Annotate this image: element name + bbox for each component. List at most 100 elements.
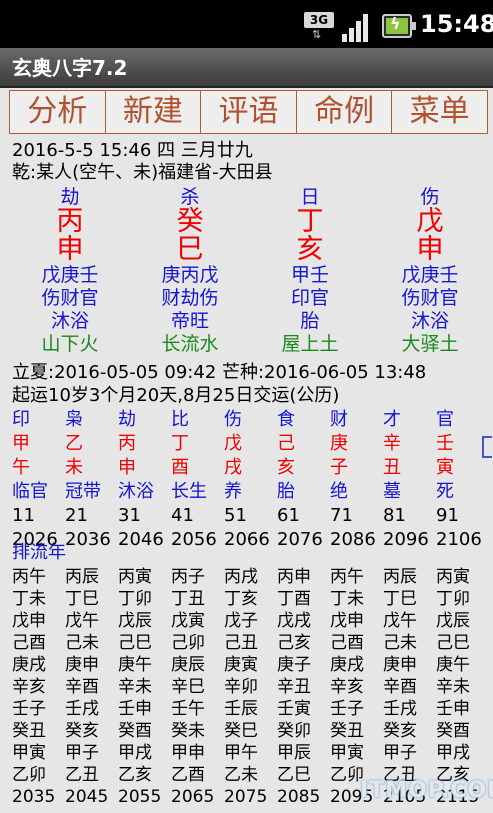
pillar-god: 杀 — [180, 186, 200, 208]
dayun-column[interactable]: 才 辛 丑 墓 81 2096 — [383, 408, 435, 552]
dayun-column[interactable]: 财 庚 子 绝 71 2086 — [330, 408, 382, 552]
liu-nian-cell: 己未 — [65, 633, 99, 653]
dayun-stem: 丁 — [171, 433, 189, 454]
menu-examples-button[interactable]: 命例 — [297, 91, 393, 133]
pillar-hidden-gods: 伤财官 — [41, 287, 99, 309]
liu-nian-cell: 甲辰 — [277, 743, 311, 763]
liu-nian-column[interactable]: 丙辰 丁巳 戊午 己未 庚申 辛酉 壬戌 癸亥 甲子 乙丑 2045 — [65, 566, 117, 808]
pillar-stem: 癸 — [176, 206, 204, 237]
liu-nian-cell: 戊寅 — [171, 611, 205, 631]
pillar-branch: 巳 — [176, 234, 204, 265]
pillar-branch: 申 — [56, 234, 84, 265]
side-scroll-handle[interactable] — [482, 436, 492, 458]
liu-nian-cell: 乙未 — [224, 765, 258, 785]
liu-nian-cell: 辛卯 — [224, 677, 258, 697]
liu-nian-cell: 己卯 — [171, 633, 205, 653]
liu-nian-cell: 壬子 — [330, 699, 364, 719]
liu-nian-cell: 丙子 — [171, 567, 205, 587]
liu-nian-cell: 乙巳 — [277, 765, 311, 785]
dayun-column[interactable]: 比 丁 酉 长生 41 2056 — [171, 408, 223, 552]
liu-nian-cell: 辛亥 — [330, 677, 364, 697]
dayun-column[interactable]: 伤 戊 戌 养 51 2066 — [224, 408, 276, 552]
liu-nian-cell: 丙辰 — [383, 567, 417, 587]
liu-nian-cell: 癸酉 — [118, 721, 152, 741]
dayun-stem: 庚 — [330, 433, 348, 454]
pillar-stage: 帝旺 — [170, 310, 209, 332]
dayun-year: 2096 — [383, 529, 429, 550]
dayun-year: 2046 — [118, 529, 164, 550]
liu-nian-cell: 丙戌 — [224, 567, 258, 587]
dayun-stage: 胎 — [277, 481, 295, 502]
status-bar: 3G ⇅ ϟ 15:48 — [0, 0, 493, 48]
dayun-age: 61 — [277, 505, 300, 526]
dayun-column[interactable]: 枭 乙 未 冠带 21 2036 — [65, 408, 117, 552]
liu-nian-column[interactable]: 丙午 丁未 戊申 己酉 庚戌 辛亥 壬子 癸丑 甲寅 乙卯 2095 — [330, 566, 382, 808]
liu-nian-cell: 庚申 — [65, 655, 99, 675]
liu-nian-column[interactable]: 丙戌 丁亥 戊子 己丑 庚寅 辛卯 壬辰 癸巳 甲午 乙未 2075 — [224, 566, 276, 808]
liu-nian-cell: 己未 — [383, 633, 417, 653]
dayun-column[interactable]: 印 甲 午 临官 11 2026 — [12, 408, 64, 552]
liu-nian-year: 2075 — [224, 787, 268, 807]
liu-nian-button[interactable]: 排流年 — [12, 542, 66, 564]
liu-nian-cell: 乙酉 — [171, 765, 205, 785]
liu-nian-cell: 戊戌 — [277, 611, 311, 631]
liu-nian-cell: 辛丑 — [277, 677, 311, 697]
liu-nian-column[interactable]: 丙寅 丁卯 戊辰 己巳 庚午 辛未 壬申 癸酉 甲戌 乙亥 2055 — [118, 566, 170, 808]
dayun-year: 2076 — [277, 529, 323, 550]
menu-comment-button[interactable]: 评语 — [201, 91, 297, 133]
liu-nian-cell: 乙卯 — [12, 765, 46, 785]
dayun-stem: 丙 — [118, 433, 136, 454]
pillar-hidden-gods: 印官 — [290, 287, 329, 309]
pillar-god: 伤 — [420, 186, 440, 208]
liu-nian-column[interactable]: 丙申 丁酉 戊戌 己亥 庚子 辛丑 壬寅 癸卯 甲辰 乙巳 2085 — [277, 566, 329, 808]
month-pillar: 杀 癸 巳 庚丙戊 财劫伤 帝旺 长流水 — [130, 186, 250, 356]
liu-nian-column[interactable]: 丙寅 丁卯 戊辰 己巳 庚午 辛未 壬申 癸酉 甲戌 乙亥 2115 — [436, 566, 488, 808]
liu-nian-cell: 庚子 — [277, 655, 311, 675]
menu-new-button[interactable]: 新建 — [106, 91, 202, 133]
dayun-branch: 寅 — [436, 457, 454, 478]
liu-nian-cell: 戊申 — [330, 611, 364, 631]
dayun-column[interactable]: 官 壬 寅 死 91 2106 — [436, 408, 488, 552]
dayun-god: 食 — [277, 409, 295, 430]
liu-nian-cell: 戊申 — [12, 611, 46, 631]
dayun-stage: 死 — [436, 481, 454, 502]
pillar-nayin: 大驿土 — [401, 333, 459, 355]
liu-nian-cell: 壬戌 — [65, 699, 99, 719]
pillar-stem: 戊 — [416, 206, 444, 237]
dayun-god: 劫 — [118, 409, 136, 430]
3g-data-icon: 3G ⇅ — [304, 12, 334, 40]
menu-more-button[interactable]: 菜单 — [392, 91, 487, 133]
liu-nian-cell: 丁亥 — [224, 589, 258, 609]
liu-nian-cell: 辛亥 — [12, 677, 46, 697]
dayun-branch: 申 — [118, 457, 136, 478]
liu-nian-cell: 甲午 — [224, 743, 258, 763]
pillar-hidden-gods: 财劫伤 — [161, 287, 219, 309]
liu-nian-cell: 丙申 — [277, 567, 311, 587]
dayun-god: 才 — [383, 409, 401, 430]
dayun-age: 91 — [436, 505, 459, 526]
liu-nian-cell: 辛未 — [436, 677, 470, 697]
dayun-branch: 丑 — [383, 457, 401, 478]
liu-nian-cell: 丙寅 — [118, 567, 152, 587]
liu-nian-column[interactable]: 丙子 丁丑 戊寅 己卯 庚辰 辛巳 壬午 癸未 甲申 乙酉 2065 — [171, 566, 223, 808]
menu-analysis-button[interactable]: 分析 — [10, 91, 106, 133]
liu-nian-cell: 庚寅 — [224, 655, 258, 675]
dayun-god: 枭 — [65, 409, 83, 430]
liu-nian-column[interactable]: 丙午 丁未 戊申 己酉 庚戌 辛亥 壬子 癸丑 甲寅 乙卯 2035 — [12, 566, 64, 808]
dayun-stem: 乙 — [65, 433, 83, 454]
dayun-column[interactable]: 食 己 亥 胎 61 2076 — [277, 408, 329, 552]
liu-nian-column[interactable]: 丙辰 丁巳 戊午 己未 庚申 辛酉 壬戌 癸亥 甲子 乙丑 2105 — [383, 566, 435, 808]
day-pillar: 日 丁 亥 甲壬 印官 胎 屋上土 — [250, 186, 370, 356]
dayun-god: 伤 — [224, 409, 242, 430]
battery-charging-icon: ϟ — [382, 14, 416, 38]
app-title: 玄奥八字7.2 — [12, 56, 128, 80]
app-content: 分析 新建 评语 命例 菜单 2016-5-5 15:46 四 三月廿九 乾:某… — [0, 88, 493, 813]
dayun-column[interactable]: 劫 丙 申 沐浴 31 2046 — [118, 408, 170, 552]
liu-nian-cell: 甲戌 — [118, 743, 152, 763]
pillar-god: 劫 — [60, 186, 80, 208]
dayun-age: 41 — [171, 505, 194, 526]
liu-nian-cell: 戊午 — [65, 611, 99, 631]
liu-nian-cell: 壬寅 — [277, 699, 311, 719]
liu-nian-cell: 甲寅 — [330, 743, 364, 763]
dayun-stage: 长生 — [171, 481, 207, 502]
